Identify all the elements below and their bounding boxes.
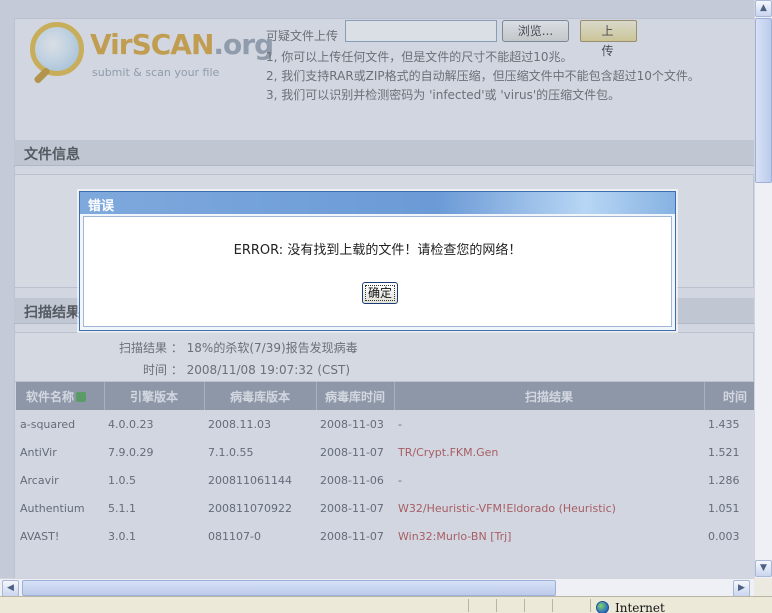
status-separator [524, 599, 525, 612]
ok-button[interactable]: 确定 [362, 282, 398, 304]
security-zone-label: Internet [615, 601, 665, 613]
dialog-titlebar[interactable]: 错误 [80, 192, 675, 214]
scroll-right-icon[interactable]: ▶ [733, 580, 750, 597]
status-separator [496, 599, 497, 612]
status-separator [468, 599, 469, 612]
scroll-left-icon[interactable]: ◀ [2, 580, 19, 597]
internet-zone-icon [596, 601, 609, 613]
status-separator [552, 599, 553, 612]
scrollbar-corner [754, 578, 772, 596]
horizontal-scroll-thumb[interactable] [22, 580, 556, 596]
status-separator [590, 599, 591, 612]
dialog-title: 错误 [88, 199, 115, 214]
browser-viewport: VirSCAN.org submit & scan your file 可疑文件… [0, 0, 754, 578]
vertical-scrollbar[interactable]: ▲ ▼ [754, 0, 772, 578]
dialog-content: ERROR: 没有找到上载的文件！请检查您的网络！ 确定 [83, 216, 672, 327]
error-message: ERROR: 没有找到上载的文件！请检查您的网络！ [233, 243, 522, 258]
vertical-scroll-thumb[interactable] [755, 18, 772, 183]
status-bar: Internet [0, 596, 772, 613]
scroll-up-icon[interactable]: ▲ [755, 0, 772, 17]
scroll-down-icon[interactable]: ▼ [755, 560, 772, 577]
error-dialog: 错误 ERROR: 没有找到上载的文件！请检查您的网络！ 确定 [79, 191, 676, 331]
horizontal-scrollbar[interactable]: ◀ ▶ [0, 578, 754, 597]
